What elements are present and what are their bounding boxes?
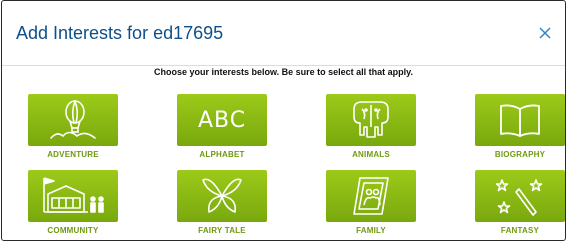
butterfly-icon — [202, 178, 242, 213]
interest-tile-image — [326, 170, 416, 222]
interest-label: ALPHABET — [199, 150, 245, 159]
interest-tile-fantasy[interactable]: FANTASY — [474, 170, 565, 235]
interest-label: COMMUNITY — [47, 226, 99, 235]
interest-tile-image — [177, 170, 267, 222]
instructions-text: Choose your interests below. Be sure to … — [153, 67, 414, 77]
abc-icon: ABC — [197, 107, 247, 133]
hot-air-balloon-icon — [50, 100, 96, 139]
picture-frame-icon — [353, 177, 389, 215]
interest-tile-image — [28, 94, 118, 146]
interest-tile-fairy-tale[interactable]: FAIRY TALE — [176, 170, 268, 235]
interest-label: ADVENTURE — [47, 150, 99, 159]
interest-tile-image: ABC — [177, 94, 267, 146]
magic-wand-icon — [495, 179, 543, 216]
interest-label: BIOGRAPHY — [494, 150, 546, 159]
dialog-header: Add Interests for ed17695 — [2, 1, 565, 66]
interest-tile-biography[interactable]: BIOGRAPHY — [474, 94, 565, 159]
add-interests-dialog: Add Interests for ed17695 Choose your in… — [1, 0, 566, 241]
interest-tile-animals[interactable]: ANIMALS — [325, 94, 417, 159]
interest-tile-community[interactable]: COMMUNITY — [27, 170, 119, 235]
interest-tile-adventure[interactable]: ADVENTURE — [27, 94, 119, 159]
interest-label: ANIMALS — [352, 150, 390, 159]
interest-tile-alphabet[interactable]: ABC ALPHABET — [176, 94, 268, 159]
interest-tile-image — [28, 170, 118, 222]
dialog-title: Add Interests for ed17695 — [16, 23, 224, 43]
close-icon[interactable] — [537, 25, 553, 41]
open-book-icon — [500, 104, 540, 137]
interest-label: FANTASY — [500, 226, 540, 235]
interest-label: FAIRY TALE — [198, 226, 246, 235]
school-building-icon — [43, 177, 104, 213]
interest-tile-image — [475, 170, 565, 222]
interest-label: FAMILY — [356, 226, 386, 235]
interest-tile-image — [326, 94, 416, 146]
interest-tile-family[interactable]: FAMILY — [325, 170, 417, 235]
interest-tile-image — [475, 94, 565, 146]
elephants-icon — [353, 101, 389, 138]
